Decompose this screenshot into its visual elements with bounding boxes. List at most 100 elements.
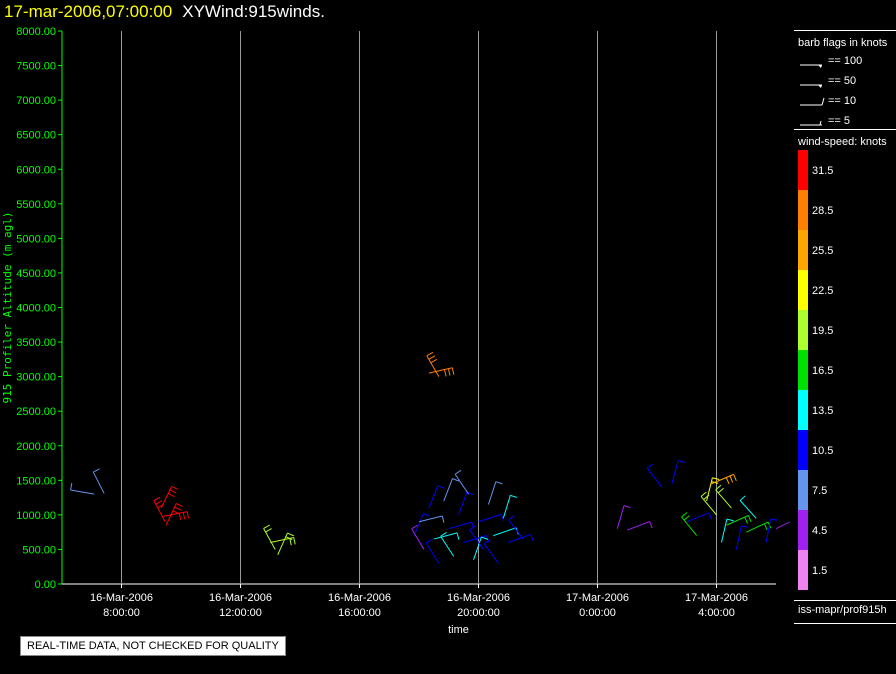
barb-flag	[712, 477, 720, 480]
barb-flag	[172, 510, 180, 515]
barb-staff	[478, 513, 502, 523]
barb-staff	[448, 521, 472, 530]
barb-flag	[683, 515, 690, 521]
x-tick-time: 4:00:00	[698, 607, 735, 619]
wind-barb	[443, 478, 460, 502]
wind-barb	[686, 512, 713, 523]
wind-barb	[418, 515, 445, 523]
source-label: iss-mapr/prof915h	[794, 600, 896, 624]
wind-barb	[426, 351, 440, 377]
barb-flag	[182, 512, 186, 520]
barb-flag	[167, 493, 175, 498]
barb-flag	[747, 515, 752, 523]
barb-legend-icon	[800, 64, 822, 68]
barb-staff	[487, 481, 497, 505]
speed-swatch	[798, 350, 808, 390]
wind-barb	[163, 511, 190, 521]
barb-flag	[430, 358, 438, 364]
barb-flag	[741, 525, 749, 528]
barb-flag	[623, 505, 631, 509]
barb-flag	[725, 477, 730, 485]
speed-label: 28.5	[812, 205, 833, 217]
barb-legend-label: == 100	[828, 55, 863, 67]
barb-legend: barb flags in knots == 100 == 50 == 10 == 5	[794, 30, 896, 130]
barb-staff	[715, 489, 732, 509]
speed-label: 31.5	[812, 165, 833, 177]
wind-barb	[92, 468, 105, 494]
barb-staff	[711, 473, 734, 485]
barb-flag	[428, 355, 436, 360]
y-tick-label: 0.00	[35, 579, 56, 591]
chart-plot: 0.00 500.00 1000.00 1500.00 2000.00 2500.00 30…	[1, 26, 790, 636]
y-tick-label: 1500.00	[16, 475, 56, 487]
speed-swatch	[798, 510, 808, 550]
barb-flag	[423, 513, 431, 517]
wind-barb	[671, 460, 685, 484]
barb-flag	[483, 539, 491, 545]
speed-label: 19.5	[812, 325, 833, 337]
barb-flag	[708, 512, 713, 520]
barb-staff	[493, 527, 517, 537]
wind-barb	[681, 512, 698, 536]
barb-staff	[463, 535, 487, 544]
barb-staff	[775, 521, 790, 530]
barb-flag	[508, 515, 515, 521]
barb-flag	[157, 503, 165, 509]
barb-staff	[646, 468, 663, 488]
y-tick-label: 2500.00	[16, 406, 56, 418]
barb-flag	[425, 538, 433, 544]
barb-staff	[508, 533, 531, 543]
speed-label: 16.5	[812, 365, 833, 377]
y-tick-label: 5500.00	[16, 199, 56, 211]
barb-staff	[483, 543, 499, 564]
barb-flag	[770, 518, 778, 521]
x-tick-date: 16-Mar-2006	[90, 592, 153, 604]
barb-flag	[646, 463, 654, 469]
barb-staff	[428, 485, 439, 509]
speed-swatch	[798, 310, 808, 350]
barb-flag	[169, 489, 177, 494]
y-tick-label: 7000.00	[16, 95, 56, 107]
y-tick-label: 7500.00	[16, 61, 56, 73]
barb-staff	[440, 535, 455, 557]
wind-barb	[487, 481, 503, 505]
barb-staff	[433, 532, 458, 540]
barb-staff	[726, 515, 749, 526]
barb-staff	[92, 471, 105, 494]
barb-flag	[441, 515, 445, 523]
barb-flag	[510, 494, 518, 498]
barb-staff	[735, 525, 742, 550]
barb-flag	[287, 532, 295, 537]
wind-barb	[483, 539, 499, 564]
barb-flag	[444, 369, 447, 377]
barb-flag	[677, 460, 685, 463]
wind-barb	[493, 527, 519, 537]
y-tick-label: 5000.00	[16, 233, 56, 245]
speed-swatch	[798, 270, 808, 310]
barb-legend-label: == 10	[828, 95, 857, 107]
speed-label: 13.5	[812, 405, 833, 417]
speed-label: 7.5	[812, 485, 827, 497]
barb-flag	[186, 511, 190, 519]
barb-staff	[454, 473, 469, 495]
speed-colorbar: 31.5 28.5 25.5 22.5 19.5 16.5 13.5 10.5 7.5 4.5 1.…	[798, 150, 833, 590]
barb-staff	[686, 512, 710, 523]
barb-staff	[425, 542, 440, 564]
barb-legend-title: barb flags in knots	[798, 37, 888, 49]
barb-flag	[70, 482, 73, 491]
barb-flag	[744, 516, 748, 524]
wind-barb	[739, 495, 757, 519]
barb-flag	[171, 485, 179, 490]
barb-staff	[616, 505, 625, 529]
x-tick-date: 17-Mar-2006	[566, 592, 629, 604]
wind-barb	[502, 494, 518, 519]
wind-barb	[153, 496, 166, 523]
wind-barb	[263, 524, 276, 550]
barb-staff	[627, 521, 650, 531]
y-tick-label: 8000.00	[16, 26, 56, 38]
speed-label: 1.5	[812, 565, 827, 577]
barb-flag	[729, 475, 734, 483]
y-tick-label: 3000.00	[16, 372, 56, 384]
barb-legend-icon	[800, 97, 825, 106]
barb-flag	[178, 513, 182, 521]
